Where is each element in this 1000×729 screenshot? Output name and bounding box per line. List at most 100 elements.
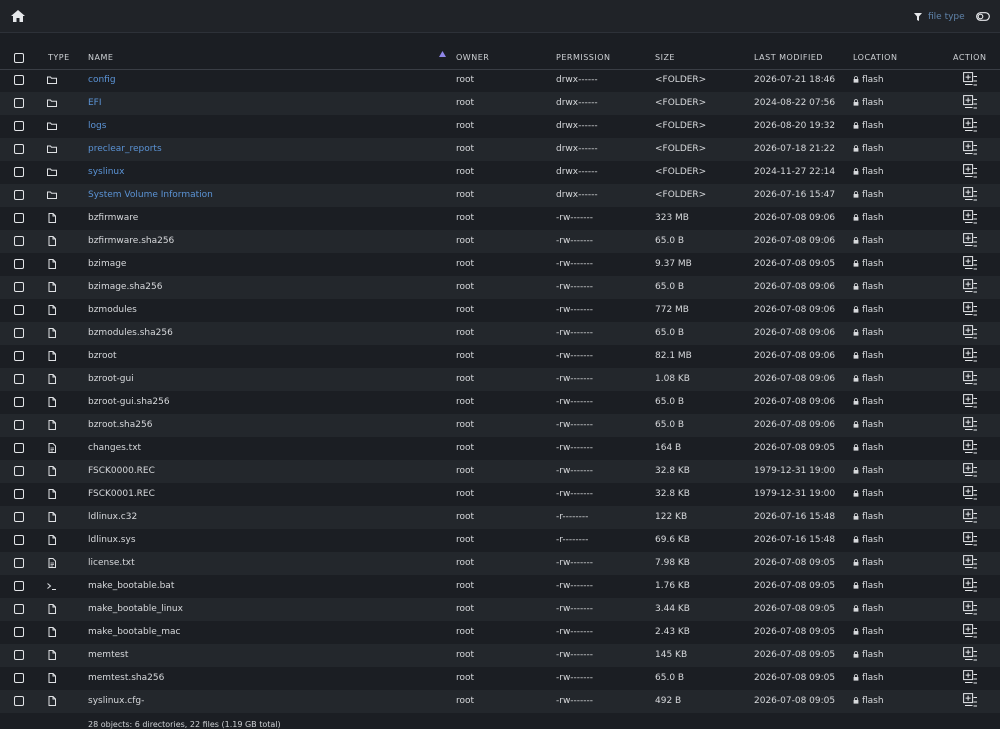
column-permission[interactable]: PERMISSION: [556, 53, 611, 62]
file-type-filter[interactable]: file type: [908, 8, 968, 26]
row-actions-icon[interactable]: [963, 141, 978, 155]
file-name[interactable]: changes.txt: [88, 443, 141, 453]
row-checkbox[interactable]: [14, 627, 24, 637]
folder-link[interactable]: System Volume Information: [88, 190, 213, 200]
table-row[interactable]: bzimage root -rw------- 9.37 MB 2026-07-08 0…: [0, 253, 1000, 276]
file-name[interactable]: bzroot: [88, 351, 116, 361]
row-checkbox[interactable]: [14, 213, 24, 223]
table-row[interactable]: bzfirmware root -rw------- 323 MB 2026-07-08…: [0, 207, 1000, 230]
row-actions-icon[interactable]: [963, 371, 978, 385]
row-actions-icon[interactable]: [963, 302, 978, 316]
file-name[interactable]: bzroot-gui: [88, 374, 134, 384]
table-row[interactable]: FSCK0000.REC root -rw------- 32.8 KB 1979-12…: [0, 460, 1000, 483]
file-name[interactable]: FSCK0000.REC: [88, 466, 155, 476]
row-checkbox[interactable]: [14, 673, 24, 683]
table-row[interactable]: config root drwx------ <FOLDER> 2026-07-21 1…: [0, 69, 1000, 92]
row-actions-icon[interactable]: [963, 325, 978, 339]
file-name[interactable]: make_bootable.bat: [88, 581, 174, 591]
row-actions-icon[interactable]: [963, 670, 978, 684]
row-checkbox[interactable]: [14, 443, 24, 453]
row-actions-icon[interactable]: [963, 578, 978, 592]
table-row[interactable]: make_bootable.bat root -rw------- 1.76 KB 20…: [0, 575, 1000, 598]
row-actions-icon[interactable]: [963, 601, 978, 615]
row-actions-icon[interactable]: [963, 118, 978, 132]
file-name[interactable]: bzroot-gui.sha256: [88, 397, 170, 407]
table-row[interactable]: System Volume Information root drwx------ <…: [0, 184, 1000, 207]
column-location[interactable]: LOCATION: [853, 53, 897, 62]
table-row[interactable]: logs root drwx------ <FOLDER> 2026-08-20 19:…: [0, 115, 1000, 138]
file-name[interactable]: ldlinux.c32: [88, 512, 137, 522]
table-row[interactable]: syslinux root drwx------ <FOLDER> 2024-11-27…: [0, 161, 1000, 184]
folder-link[interactable]: syslinux: [88, 167, 124, 177]
table-row[interactable]: memtest.sha256 root -rw------- 65.0 B 2026-0…: [0, 667, 1000, 690]
row-actions-icon[interactable]: [963, 417, 978, 431]
column-owner[interactable]: OWNER: [456, 53, 489, 62]
row-checkbox[interactable]: [14, 167, 24, 177]
file-name[interactable]: bzmodules.sha256: [88, 328, 173, 338]
file-name[interactable]: FSCK0001.REC: [88, 489, 155, 499]
table-row[interactable]: bzmodules root -rw------- 772 MB 2026-07-08 …: [0, 299, 1000, 322]
column-name[interactable]: NAME: [88, 53, 113, 62]
row-actions-icon[interactable]: [963, 233, 978, 247]
row-actions-icon[interactable]: [963, 486, 978, 500]
table-row[interactable]: bzroot-gui.sha256 root -rw------- 65.0 B 202…: [0, 391, 1000, 414]
row-actions-icon[interactable]: [963, 256, 978, 270]
table-row[interactable]: syslinux.cfg-root -rw------- 492 B 2026-07-…: [0, 690, 1000, 713]
row-checkbox[interactable]: [14, 259, 24, 269]
row-actions-icon[interactable]: [963, 187, 978, 201]
row-checkbox[interactable]: [14, 397, 24, 407]
row-actions-icon[interactable]: [963, 693, 978, 707]
file-name[interactable]: bzimage.sha256: [88, 282, 162, 292]
row-checkbox[interactable]: [14, 144, 24, 154]
row-checkbox[interactable]: [14, 558, 24, 568]
toggle-icon[interactable]: [976, 12, 990, 21]
file-name[interactable]: bzimage: [88, 259, 126, 269]
file-name[interactable]: memtest.sha256: [88, 673, 164, 683]
row-actions-icon[interactable]: [963, 532, 978, 546]
row-checkbox[interactable]: [14, 489, 24, 499]
row-actions-icon[interactable]: [963, 279, 978, 293]
file-name[interactable]: make_bootable_mac: [88, 627, 180, 637]
table-row[interactable]: preclear_reports root drwx------ <FOLDER> 20…: [0, 138, 1000, 161]
row-actions-icon[interactable]: [963, 95, 978, 109]
row-checkbox[interactable]: [14, 535, 24, 545]
file-name[interactable]: bzroot.sha256: [88, 420, 152, 430]
row-actions-icon[interactable]: [963, 210, 978, 224]
table-row[interactable]: make_bootable_mac root -rw------- 2.43 KB 20…: [0, 621, 1000, 644]
file-name[interactable]: license.txt: [88, 558, 135, 568]
row-checkbox[interactable]: [14, 236, 24, 246]
row-actions-icon[interactable]: [963, 555, 978, 569]
file-name[interactable]: bzfirmware.sha256: [88, 236, 174, 246]
file-name[interactable]: make_bootable_linux: [88, 604, 183, 614]
row-actions-icon[interactable]: [963, 463, 978, 477]
row-actions-icon[interactable]: [963, 624, 978, 638]
row-actions-icon[interactable]: [963, 647, 978, 661]
column-size[interactable]: SIZE: [655, 53, 675, 62]
row-checkbox[interactable]: [14, 282, 24, 292]
home-icon[interactable]: [11, 10, 25, 22]
table-row[interactable]: bzroot-gui root -rw------- 1.08 KB 2026-07-0…: [0, 368, 1000, 391]
row-checkbox[interactable]: [14, 420, 24, 430]
table-row[interactable]: memtest root -rw------- 145 KB 2026-07-08 09…: [0, 644, 1000, 667]
folder-link[interactable]: logs: [88, 121, 106, 131]
table-row[interactable]: bzfirmware.sha256 root -rw------- 65.0 B 202…: [0, 230, 1000, 253]
file-name[interactable]: memtest: [88, 650, 128, 660]
file-name[interactable]: bzfirmware: [88, 213, 138, 223]
select-all-checkbox[interactable]: [14, 53, 24, 63]
table-row[interactable]: ldlinux.sys root -r-------- 69.6 KB 2026-07-…: [0, 529, 1000, 552]
row-checkbox[interactable]: [14, 604, 24, 614]
row-checkbox[interactable]: [14, 512, 24, 522]
folder-link[interactable]: preclear_reports: [88, 144, 162, 154]
file-name[interactable]: syslinux.cfg-: [88, 696, 144, 706]
table-row[interactable]: license.txt root -rw------- 7.98 KB 2026-07-…: [0, 552, 1000, 575]
row-checkbox[interactable]: [14, 696, 24, 706]
row-actions-icon[interactable]: [963, 348, 978, 362]
row-checkbox[interactable]: [14, 351, 24, 361]
row-checkbox[interactable]: [14, 581, 24, 591]
row-actions-icon[interactable]: [963, 440, 978, 454]
table-row[interactable]: bzimage.sha256 root -rw------- 65.0 B 2026-0…: [0, 276, 1000, 299]
row-checkbox[interactable]: [14, 374, 24, 384]
column-type[interactable]: TYPE: [48, 53, 70, 62]
row-checkbox[interactable]: [14, 305, 24, 315]
table-row[interactable]: changes.txt root -rw------- 164 B 2026-07-08…: [0, 437, 1000, 460]
